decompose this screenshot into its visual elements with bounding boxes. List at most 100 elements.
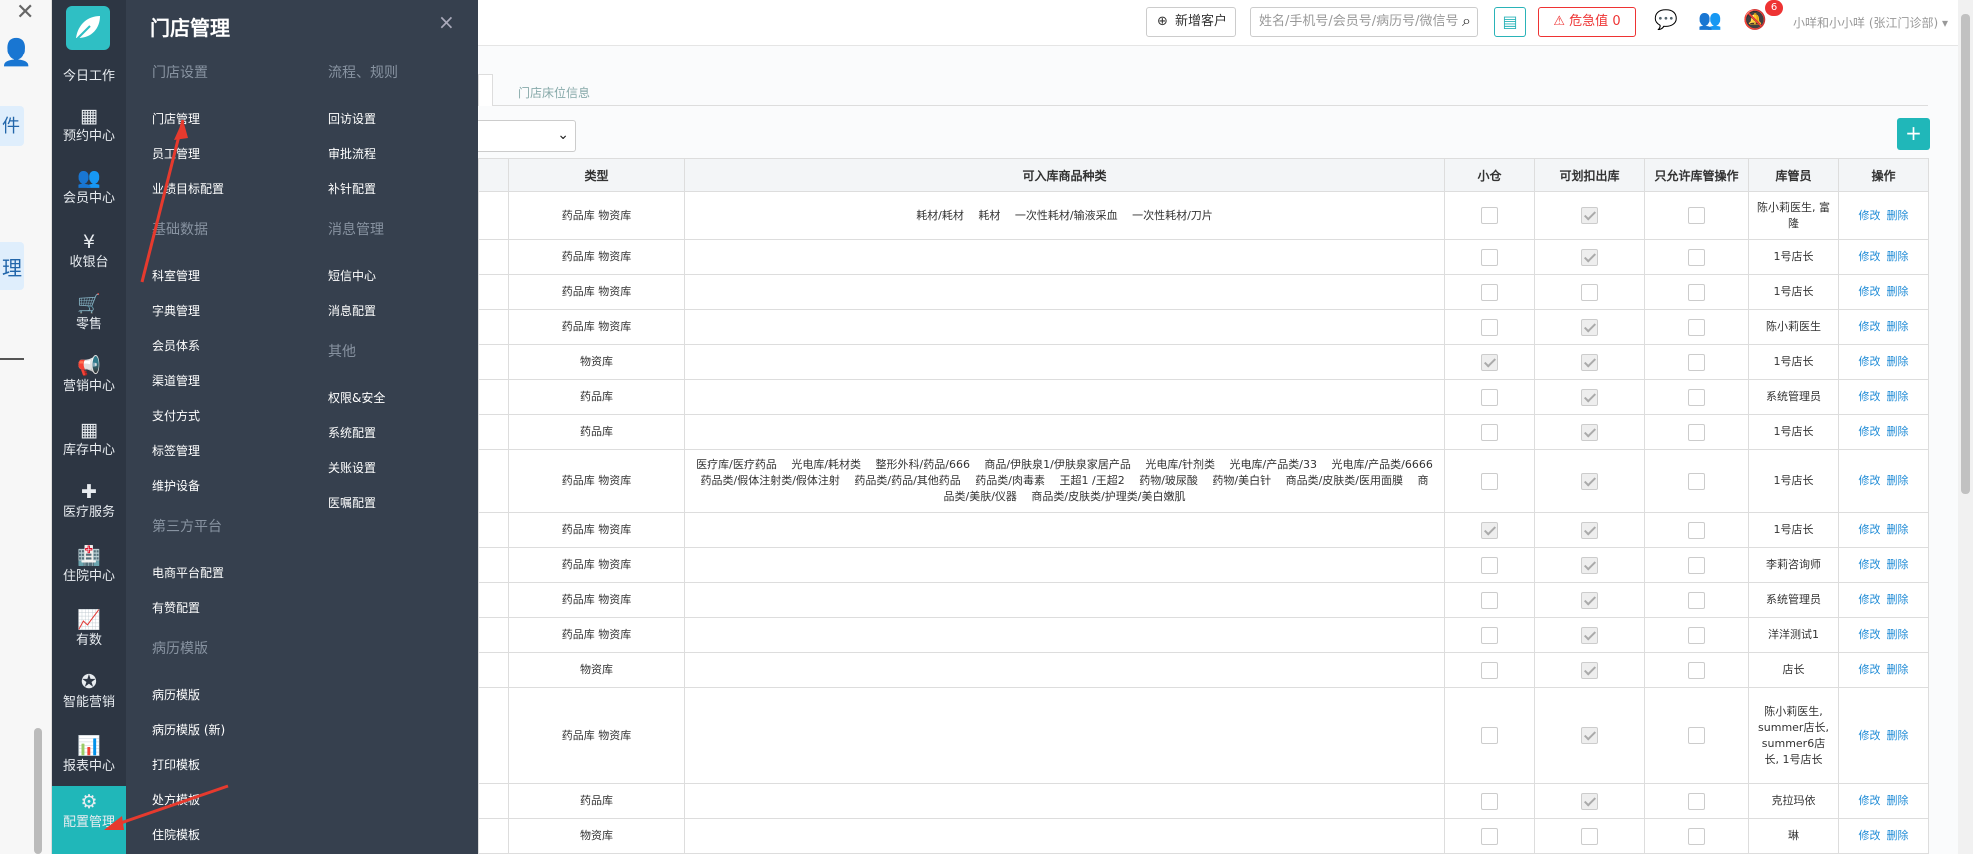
checkbox[interactable] — [1581, 388, 1598, 406]
checkbox[interactable] — [1688, 556, 1705, 574]
user-menu[interactable]: 小咩和小小咩 (张江门诊部) ▾ — [1793, 14, 1948, 31]
id-card-button[interactable]: ▤ — [1494, 7, 1526, 37]
app-logo[interactable] — [66, 6, 110, 50]
nav-item[interactable]: 🏥 住院中心 — [52, 540, 126, 600]
edit-link[interactable]: 修改 — [1859, 425, 1881, 438]
edit-link[interactable]: 修改 — [1859, 729, 1881, 742]
close-icon[interactable]: × — [438, 10, 455, 34]
submenu-item[interactable]: 权限&安全 — [328, 389, 385, 406]
submenu-item[interactable]: 回访设置 — [328, 110, 376, 127]
checkbox[interactable] — [1481, 521, 1498, 539]
delete-link[interactable]: 删除 — [1887, 628, 1909, 641]
submenu-item[interactable]: 支付方式 — [152, 407, 200, 424]
checkbox[interactable] — [1688, 626, 1705, 644]
filter-select[interactable]: ⌄ — [478, 120, 576, 152]
submenu-item[interactable]: 补针配置 — [328, 180, 376, 197]
nav-item[interactable]: ✪ 智能营销 — [52, 666, 126, 726]
checkbox[interactable] — [1481, 248, 1498, 266]
checkbox[interactable] — [1481, 423, 1498, 441]
search-input[interactable]: 姓名/手机号/会员号/病历号/微信号 ⌕ — [1250, 7, 1478, 37]
scrollbar[interactable] — [34, 728, 42, 854]
checkbox[interactable] — [1688, 591, 1705, 609]
checkbox[interactable] — [1581, 792, 1598, 810]
nav-item[interactable]: 📈 有数 — [52, 604, 126, 664]
checkbox[interactable] — [1581, 318, 1598, 336]
checkbox[interactable] — [1481, 556, 1498, 574]
checkbox[interactable] — [1481, 472, 1498, 490]
checkbox[interactable] — [1481, 591, 1498, 609]
nav-item[interactable]: ▦ 库存中心 — [52, 414, 126, 474]
submenu-item[interactable]: 打印模板 — [152, 756, 200, 773]
checkbox[interactable] — [1481, 792, 1498, 810]
submenu-item[interactable]: 有赞配置 — [152, 599, 200, 616]
checkbox[interactable] — [1688, 207, 1705, 224]
submenu-item[interactable]: 业绩目标配置 — [152, 180, 224, 197]
edit-link[interactable]: 修改 — [1859, 390, 1881, 403]
submenu-item[interactable]: 维护设备 — [152, 477, 200, 494]
tab-active[interactable] — [478, 74, 493, 106]
search-icon[interactable]: ⌕ — [1462, 7, 1471, 35]
delete-link[interactable]: 删除 — [1887, 320, 1909, 333]
edit-link[interactable]: 修改 — [1859, 829, 1881, 842]
edit-link[interactable]: 修改 — [1859, 474, 1881, 487]
submenu-item[interactable]: 员工管理 — [152, 145, 200, 162]
delete-link[interactable]: 删除 — [1887, 729, 1909, 742]
group-icon[interactable]: 👥 — [1698, 8, 1722, 31]
edit-link[interactable]: 修改 — [1859, 250, 1881, 263]
checkbox[interactable] — [1688, 248, 1705, 266]
checkbox[interactable] — [1688, 661, 1705, 679]
checkbox[interactable] — [1581, 626, 1598, 644]
nav-item[interactable]: 🛒 零售 — [52, 288, 126, 348]
scrollbar-thumb[interactable] — [1961, 14, 1970, 494]
danger-value-button[interactable]: ⚠ 危急值 0 — [1538, 7, 1636, 37]
delete-link[interactable]: 删除 — [1887, 425, 1909, 438]
edit-link[interactable]: 修改 — [1859, 320, 1881, 333]
submenu-item[interactable]: 病历模版 (新) — [152, 721, 225, 738]
submenu-item[interactable]: 会员体系 — [152, 337, 200, 354]
checkbox[interactable] — [1688, 521, 1705, 539]
checkbox[interactable] — [1581, 521, 1598, 539]
edit-link[interactable]: 修改 — [1859, 628, 1881, 641]
checkbox[interactable] — [1481, 353, 1498, 371]
delete-link[interactable]: 删除 — [1887, 355, 1909, 368]
submenu-item[interactable]: 电商平台配置 — [152, 564, 224, 581]
checkbox[interactable] — [1688, 318, 1705, 336]
checkbox[interactable] — [1481, 318, 1498, 336]
submenu-item[interactable]: 医嘱配置 — [328, 494, 376, 511]
submenu-item[interactable]: 标签管理 — [152, 442, 200, 459]
checkbox[interactable] — [1688, 792, 1705, 810]
submenu-item[interactable]: 关账设置 — [328, 459, 376, 476]
checkbox[interactable] — [1581, 283, 1598, 301]
checkbox[interactable] — [1481, 827, 1498, 845]
checkbox[interactable] — [1581, 423, 1598, 441]
checkbox[interactable] — [1481, 661, 1498, 679]
checkbox[interactable] — [1581, 827, 1598, 845]
delete-link[interactable]: 删除 — [1887, 209, 1909, 222]
close-icon[interactable]: ✕ — [16, 0, 34, 25]
submenu-item[interactable]: 渠道管理 — [152, 372, 200, 389]
checkbox[interactable] — [1688, 423, 1705, 441]
checkbox[interactable] — [1581, 661, 1598, 679]
submenu-item[interactable]: 短信中心 — [328, 267, 376, 284]
checkbox[interactable] — [1581, 353, 1598, 371]
checkbox[interactable] — [1581, 207, 1598, 224]
edit-link[interactable]: 修改 — [1859, 209, 1881, 222]
delete-link[interactable]: 删除 — [1887, 285, 1909, 298]
delete-link[interactable]: 删除 — [1887, 593, 1909, 606]
delete-link[interactable]: 删除 — [1887, 829, 1909, 842]
submenu-item[interactable]: 住院模板 — [152, 826, 200, 843]
edit-link[interactable]: 修改 — [1859, 558, 1881, 571]
page-scrollbar[interactable] — [1958, 0, 1973, 854]
checkbox[interactable] — [1688, 727, 1705, 744]
submenu-item[interactable]: 科室管理 — [152, 267, 200, 284]
delete-link[interactable]: 删除 — [1887, 558, 1909, 571]
delete-link[interactable]: 删除 — [1887, 390, 1909, 403]
submenu-item[interactable]: 审批流程 — [328, 145, 376, 162]
delete-link[interactable]: 删除 — [1887, 474, 1909, 487]
checkbox[interactable] — [1481, 626, 1498, 644]
checkbox[interactable] — [1688, 283, 1705, 301]
checkbox[interactable] — [1688, 353, 1705, 371]
checkbox[interactable] — [1581, 472, 1598, 490]
submenu-item[interactable]: 门店管理 — [152, 110, 200, 127]
delete-link[interactable]: 删除 — [1887, 523, 1909, 536]
